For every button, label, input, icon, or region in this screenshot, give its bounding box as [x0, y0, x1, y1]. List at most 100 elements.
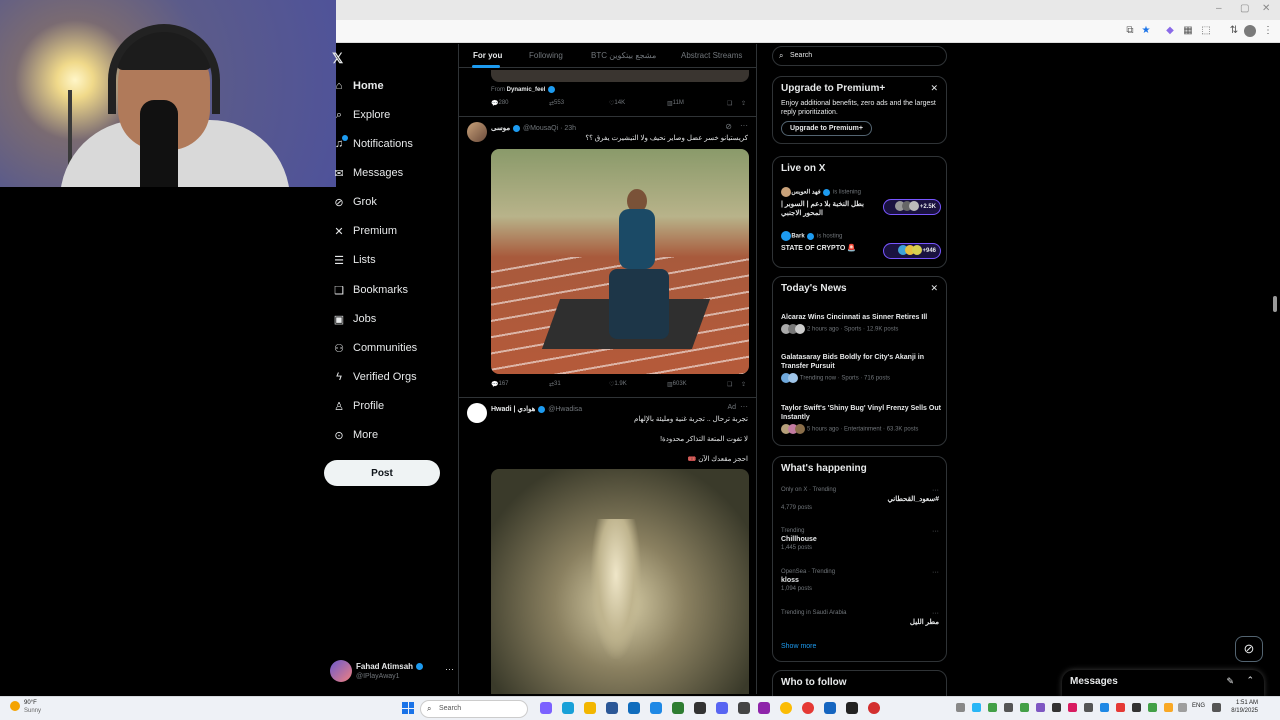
reply-button[interactable]: 💬 280 [491, 100, 509, 107]
app-icon[interactable] [694, 702, 706, 714]
outlook-icon[interactable] [628, 702, 640, 714]
grok-floating-button[interactable]: ⊘ [1235, 636, 1263, 662]
nav-grok[interactable]: ⊘ Grok [328, 191, 376, 213]
app-icon[interactable] [672, 702, 684, 714]
minimize-button[interactable]: – [1216, 3, 1222, 14]
volume-icon[interactable] [1212, 703, 1221, 712]
tray-app-icon[interactable] [1084, 703, 1093, 712]
live-space-item[interactable]: فهد العويس is listening بطل النخبة بلا د… [781, 187, 941, 218]
tray-app-icon[interactable] [988, 703, 997, 712]
input-language[interactable]: ENG [1192, 703, 1205, 709]
share-icon[interactable]: ⇪ [741, 381, 746, 388]
tab-following[interactable]: Following [529, 51, 563, 60]
post-media[interactable] [491, 70, 749, 82]
extension-icon[interactable]: ◆ [1164, 25, 1176, 37]
tab-btc-community[interactable]: BTC مشجع بيتكوين [591, 51, 656, 60]
windows-start-icon[interactable] [402, 702, 414, 714]
browser-menu-icon[interactable]: ⋮ [1262, 25, 1274, 37]
tray-app-icon[interactable] [1132, 703, 1141, 712]
post-time[interactable]: 23h [564, 125, 576, 132]
app-icon[interactable] [802, 702, 814, 714]
from-user-link[interactable]: Dynamic_feel [507, 87, 546, 93]
author-handle[interactable]: @MousaQi [523, 125, 558, 132]
copilot-icon[interactable] [540, 702, 552, 714]
tray-app-icon[interactable] [972, 703, 981, 712]
bookmark-star-icon[interactable]: ★ [1140, 25, 1152, 37]
more-dots-icon[interactable]: ··· [740, 402, 748, 411]
upgrade-premium-button[interactable]: Upgrade to Premium+ [781, 121, 872, 136]
nav-communities[interactable]: ⚇ Communities [328, 337, 417, 359]
tray-app-icon[interactable] [1036, 703, 1045, 712]
new-message-icon[interactable]: ✎ [1226, 676, 1234, 687]
trend-item[interactable]: Trending Chillhouse 1,445 posts ··· [781, 528, 939, 551]
tweet-photo[interactable] [491, 149, 749, 374]
tray-app-icon[interactable] [1116, 703, 1125, 712]
app-icon[interactable] [650, 702, 662, 714]
app-icon[interactable] [758, 702, 770, 714]
close-icon[interactable]: ✕ [930, 283, 938, 294]
like-button[interactable]: ♡ 14K [609, 100, 625, 107]
account-switcher[interactable]: Fahad Atimsah @IPlayAway1 ··· [330, 658, 454, 688]
trend-item[interactable]: Trending in Saudi Arabia مطر الليل ··· [781, 610, 939, 626]
news-item[interactable]: Alcaraz Wins Cincinnati as Sinner Retire… [781, 313, 941, 334]
profile-avatar-icon[interactable] [1244, 25, 1256, 37]
ad-media[interactable] [491, 469, 749, 694]
nav-home[interactable]: ⌂ Home [328, 75, 384, 97]
weather-sun-icon[interactable] [10, 701, 20, 711]
edge-icon[interactable] [562, 702, 574, 714]
search-input[interactable]: ⌕ Search [772, 46, 947, 66]
file-explorer-icon[interactable] [584, 702, 596, 714]
nav-jobs[interactable]: ▣ Jobs [328, 308, 376, 330]
store-icon[interactable] [606, 702, 618, 714]
nav-lists[interactable]: ☰ Lists [328, 249, 376, 271]
nav-notifications[interactable]: ♫ Notifications [328, 133, 413, 155]
trend-item[interactable]: OpenSea · Trending kloss 1,094 posts ··· [781, 569, 939, 592]
maximize-button[interactable]: ▢ [1240, 3, 1249, 14]
nav-messages[interactable]: ✉ Messages [328, 162, 403, 184]
views-button[interactable]: ▥ 603K [667, 381, 687, 388]
trend-item[interactable]: Only on X · Trending #سعود_القحطاني 4,77… [781, 487, 939, 511]
repost-button[interactable]: ⇄ 553 [549, 100, 564, 107]
live-space-item[interactable]: Bark is hosting STATE OF CRYPTO 🚨 +946 [781, 231, 941, 259]
more-dots-icon[interactable]: ··· [932, 569, 939, 576]
nav-premium[interactable]: ✕ Premium [328, 220, 397, 242]
nav-verified-orgs[interactable]: ϟ Verified Orgs [328, 366, 417, 388]
weather-temp[interactable]: 90°F [24, 700, 37, 706]
tray-chevron-icon[interactable] [956, 703, 965, 712]
tray-app-icon[interactable] [1068, 703, 1077, 712]
clock-time[interactable]: 1:51 AM [1232, 700, 1258, 706]
chevron-up-icon[interactable]: ⌃ [1246, 675, 1254, 686]
more-dots-icon[interactable]: ··· [932, 528, 939, 535]
x-logo-icon[interactable]: 𝕏 [332, 50, 343, 67]
tray-app-icon[interactable] [1020, 703, 1029, 712]
share-icon[interactable]: ⇪ [741, 100, 746, 107]
author-handle[interactable]: @Hwadisa [548, 406, 582, 413]
news-item[interactable]: Taylor Swift's 'Shiny Bug' Vinyl Frenzy … [781, 404, 941, 434]
tray-app-icon[interactable] [1004, 703, 1013, 712]
repost-button[interactable]: ⇄ 31 [549, 381, 561, 388]
tray-app-icon[interactable] [1178, 703, 1187, 712]
tray-app-icon[interactable] [1100, 703, 1109, 712]
author-name[interactable]: Hwadi | هوادي [491, 406, 535, 413]
tab-for-you[interactable]: For you [473, 51, 502, 60]
show-more-link[interactable]: Show more [781, 643, 816, 650]
tray-app-icon[interactable] [1164, 703, 1173, 712]
avatar[interactable] [467, 403, 487, 423]
discord-icon[interactable] [716, 702, 728, 714]
news-item[interactable]: Galatasaray Bids Boldly for City's Akanj… [781, 353, 941, 383]
nav-profile[interactable]: ♙ Profile [328, 395, 384, 417]
bookmark-icon[interactable]: ❑ [727, 381, 732, 388]
close-window-button[interactable]: ✕ [1262, 3, 1270, 14]
avatar[interactable] [467, 122, 487, 142]
nav-bookmarks[interactable]: ❑ Bookmarks [328, 279, 408, 301]
app-icon[interactable] [738, 702, 750, 714]
terminal-icon[interactable] [846, 702, 858, 714]
views-button[interactable]: ▥ 11M [667, 100, 684, 107]
grok-analyze-icon[interactable]: ⊘ [725, 122, 732, 131]
close-icon[interactable]: ✕ [930, 83, 938, 94]
scrollbar-thumb[interactable] [1273, 296, 1277, 312]
messages-drawer[interactable]: Messages ✎ ⌃ [1062, 670, 1264, 698]
extension-icon[interactable]: ▦ [1182, 25, 1194, 37]
post-button[interactable]: Post [324, 460, 440, 486]
more-dots-icon[interactable]: ··· [445, 664, 454, 674]
